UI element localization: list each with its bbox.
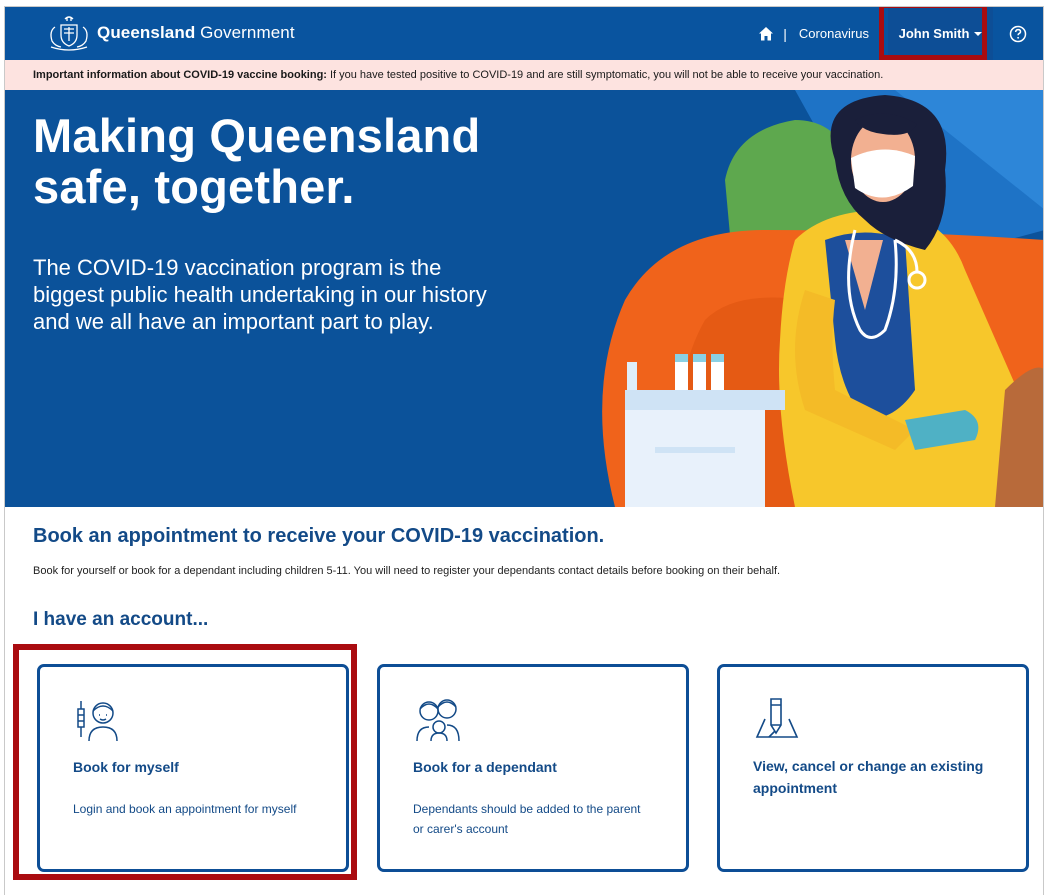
book-for-dependant-card[interactable]: Book for a dependant Dependants should b…: [377, 664, 689, 872]
qld-coat-of-arms-icon: [50, 16, 88, 51]
help-icon[interactable]: [1008, 24, 1028, 44]
card-title: View, cancel or change an existing appoi…: [753, 758, 984, 796]
card-description: Dependants should be added to the parent…: [413, 802, 641, 836]
booking-section-title: Book an appointment to receive your COVI…: [33, 525, 605, 547]
vaccination-person-icon: [77, 701, 118, 742]
coronavirus-link[interactable]: Coronavirus: [799, 26, 869, 41]
card-description: Login and book an appointment for myself: [73, 802, 297, 816]
nav-separator: |: [783, 25, 787, 42]
card-title: Book for myself: [73, 759, 179, 775]
edit-appointment-icon: [755, 698, 799, 738]
qld-government-logo[interactable]: Queensland Government: [47, 13, 295, 53]
hero-heading: Making Queensland safe, together.: [33, 109, 481, 213]
top-navigation-bar: Queensland Government | Coronavirus John…: [5, 7, 1043, 60]
manage-appointment-card[interactable]: View, cancel or change an existing appoi…: [717, 664, 1029, 872]
covid-alert-banner: Important information about COVID-19 vac…: [5, 60, 1043, 90]
hero-banner: Making Queensland safe, together. The CO…: [5, 90, 1043, 507]
user-menu-button[interactable]: John Smith: [888, 7, 993, 60]
alert-heading: Important information about COVID-19 vac…: [33, 69, 327, 81]
header-right-nav: | Coronavirus John Smith: [758, 7, 1043, 60]
brand-name-bold: Queensland: [97, 23, 196, 42]
brand-name: Queensland Government: [97, 23, 295, 43]
family-icon: [416, 699, 460, 742]
home-icon[interactable]: [758, 26, 774, 42]
page-frame: Queensland Government | Coronavirus John…: [4, 6, 1044, 895]
booking-section-description: Book for yourself or book for a dependan…: [33, 565, 781, 577]
book-for-myself-card[interactable]: Book for myself Login and book an appoin…: [37, 664, 349, 872]
hero-body-text: The COVID-19 vaccination program is the …: [33, 255, 487, 334]
user-name-label: John Smith: [898, 26, 970, 41]
account-subtitle: I have an account...: [33, 609, 209, 630]
alert-message: If you have tested positive to COVID-19 …: [329, 69, 884, 81]
chevron-down-icon: [974, 31, 983, 36]
brand-name-light: Government: [200, 23, 295, 42]
nurse-illustration: [602, 90, 1043, 507]
card-title: Book for a dependant: [413, 759, 557, 775]
